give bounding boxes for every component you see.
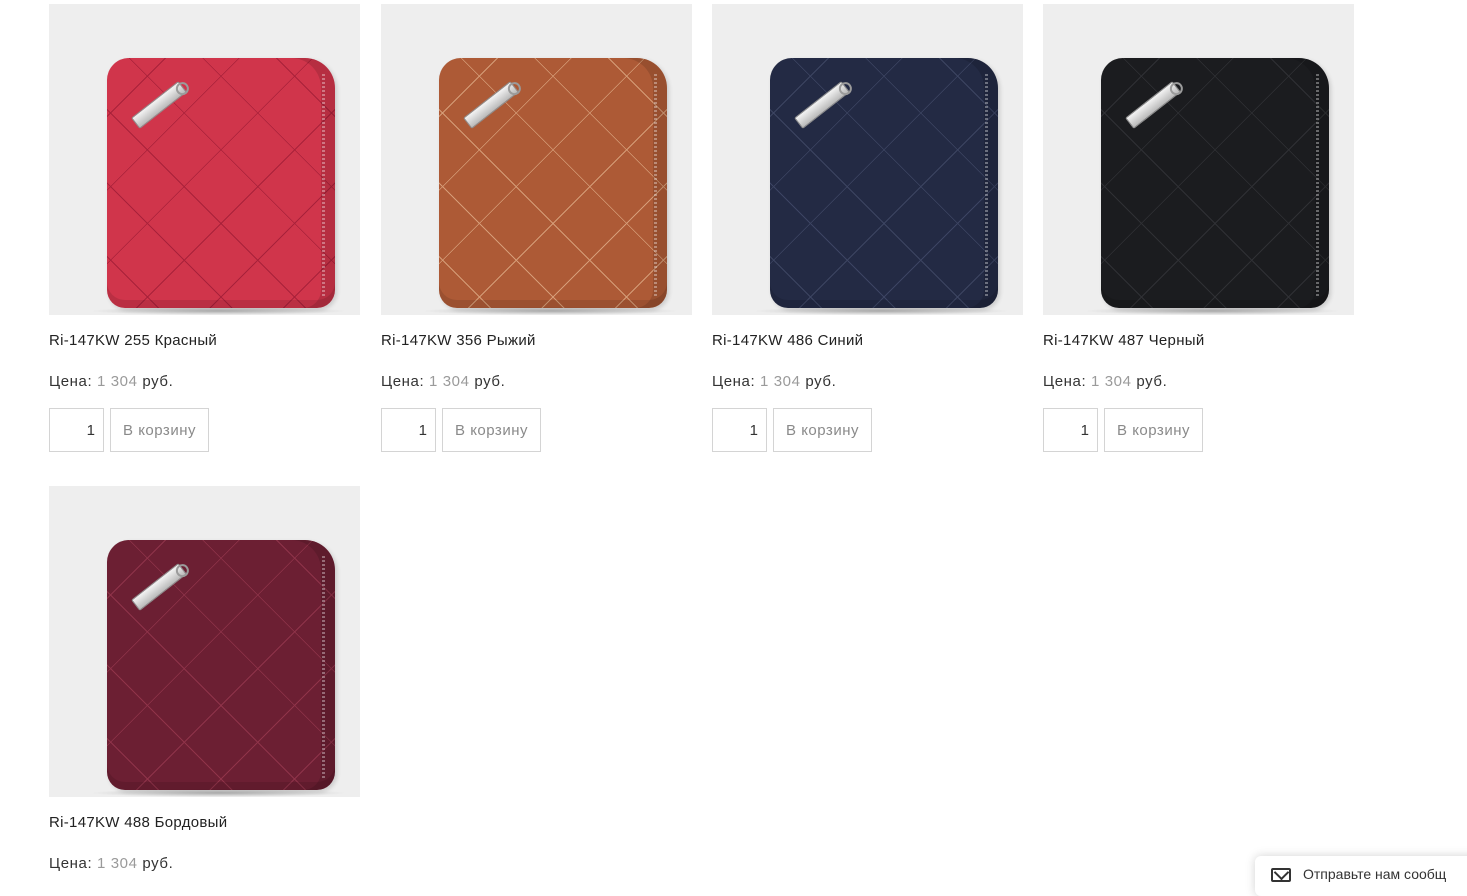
quantity-input[interactable] [1043, 408, 1098, 452]
wallet-picture [439, 58, 667, 308]
product-image[interactable] [49, 4, 360, 315]
product-name-link[interactable]: Ri-147KW 255 Красный [49, 331, 360, 351]
product-price: Цена: 1 304 руб. [49, 372, 360, 392]
wallet-picture [107, 58, 335, 308]
add-to-cart-button[interactable]: В корзину [773, 408, 872, 452]
add-to-cart-button[interactable]: В корзину [442, 408, 541, 452]
product-image[interactable] [712, 4, 1023, 315]
zipper-pull [131, 563, 187, 611]
price-label: Цена: [712, 373, 756, 390]
feedback-widget[interactable]: Отправьте нам сообщ [1255, 856, 1467, 896]
mail-icon [1271, 868, 1291, 882]
product-card: Ri-147KW 356 Рыжий Цена: 1 304 руб. В ко… [381, 4, 692, 452]
wallet-picture [1101, 58, 1329, 308]
product-price: Цена: 1 304 руб. [712, 372, 1023, 392]
zipper-pull [794, 81, 850, 129]
product-name-link[interactable]: Ri-147KW 488 Бордовый [49, 813, 360, 833]
zipper-pull [1125, 81, 1181, 129]
product-price: Цена: 1 304 руб. [1043, 372, 1354, 392]
price-currency: руб. [474, 373, 506, 390]
product-name-link[interactable]: Ri-147KW 486 Синий [712, 331, 1023, 351]
product-card: Ri-147KW 488 Бордовый Цена: 1 304 руб. [49, 486, 360, 874]
price-label: Цена: [381, 373, 425, 390]
product-price: Цена: 1 304 руб. [381, 372, 692, 392]
price-label: Цена: [1043, 373, 1087, 390]
wallet-picture [107, 540, 335, 790]
price-currency: руб. [805, 373, 837, 390]
price-label: Цена: [49, 855, 93, 872]
buy-controls: В корзину [1043, 408, 1354, 452]
product-card: Ri-147KW 255 Красный Цена: 1 304 руб. В … [49, 4, 360, 452]
product-name-link[interactable]: Ri-147KW 487 Черный [1043, 331, 1354, 351]
quantity-input[interactable] [49, 408, 104, 452]
price-currency: руб. [1136, 373, 1168, 390]
product-image[interactable] [381, 4, 692, 315]
zipper-pull [463, 81, 519, 129]
product-image[interactable] [49, 486, 360, 797]
add-to-cart-button[interactable]: В корзину [110, 408, 209, 452]
product-image[interactable] [1043, 4, 1354, 315]
price-amount: 1 304 [97, 373, 138, 390]
price-label: Цена: [49, 373, 93, 390]
product-price: Цена: 1 304 руб. [49, 854, 360, 874]
price-amount: 1 304 [97, 855, 138, 872]
quantity-input[interactable] [712, 408, 767, 452]
add-to-cart-button[interactable]: В корзину [1104, 408, 1203, 452]
buy-controls: В корзину [712, 408, 1023, 452]
price-amount: 1 304 [760, 373, 801, 390]
price-amount: 1 304 [1091, 373, 1132, 390]
product-name-link[interactable]: Ri-147KW 356 Рыжий [381, 331, 692, 351]
price-currency: руб. [142, 855, 174, 872]
buy-controls: В корзину [381, 408, 692, 452]
price-amount: 1 304 [429, 373, 470, 390]
feedback-label: Отправьте нам сообщ [1303, 866, 1447, 882]
price-currency: руб. [142, 373, 174, 390]
zipper-pull [131, 81, 187, 129]
buy-controls: В корзину [49, 408, 360, 452]
wallet-picture [770, 58, 998, 308]
product-card: Ri-147KW 486 Синий Цена: 1 304 руб. В ко… [712, 4, 1023, 452]
quantity-input[interactable] [381, 408, 436, 452]
product-card: Ri-147KW 487 Черный Цена: 1 304 руб. В к… [1043, 4, 1354, 452]
